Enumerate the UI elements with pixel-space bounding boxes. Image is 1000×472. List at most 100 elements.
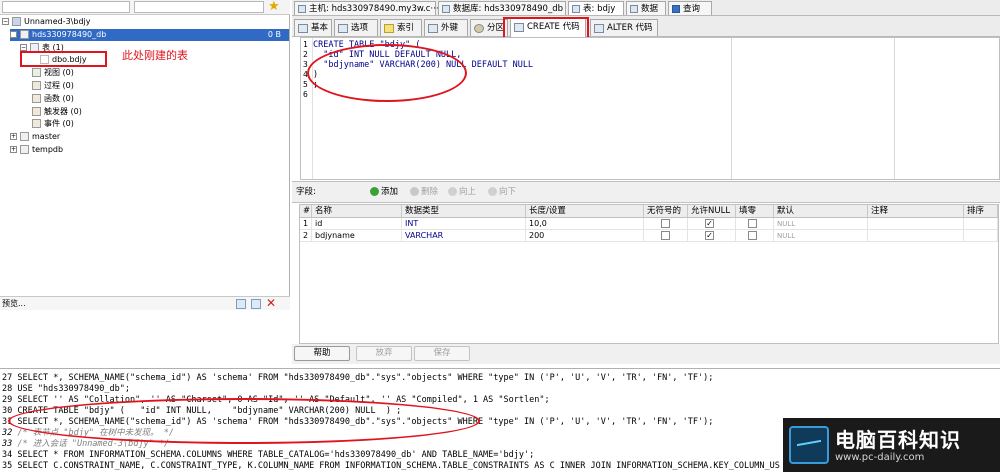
tree-node-events[interactable]: 事件 (0): [32, 118, 74, 130]
column-header[interactable]: 允许NULL: [688, 205, 736, 218]
tree-filter-input[interactable]: [2, 1, 130, 13]
field-type-cell[interactable]: INT: [402, 218, 526, 230]
unsigned-checkbox[interactable]: [661, 231, 670, 240]
column-header[interactable]: 填零: [736, 205, 774, 218]
unsigned-cell[interactable]: [644, 230, 688, 242]
collapse-icon[interactable]: −: [10, 31, 17, 38]
field-type-cell[interactable]: VARCHAR: [402, 230, 526, 242]
tab-foreign-keys[interactable]: 外键: [424, 19, 468, 36]
expand-icon[interactable]: +: [10, 146, 17, 153]
tab-data[interactable]: 数据: [626, 1, 666, 15]
database-size: 0 B: [267, 30, 281, 39]
field-length-cell[interactable]: 10,0: [526, 218, 644, 230]
zerofill-cell[interactable]: [736, 230, 774, 242]
tab-query[interactable]: 查询: [668, 1, 712, 15]
allow-null-checkbox[interactable]: ✓: [705, 231, 714, 240]
annotation-ellipse-code: [307, 44, 467, 102]
collation-cell[interactable]: [964, 230, 998, 242]
column-header[interactable]: 无符号的: [644, 205, 688, 218]
zerofill-cell[interactable]: [736, 218, 774, 230]
column-header[interactable]: 排序: [964, 205, 998, 218]
tree-node-database[interactable]: − hds330978490_db 0 B: [10, 29, 289, 41]
line-number: 6: [303, 90, 308, 99]
tab-alter-code[interactable]: ALTER 代码: [590, 19, 658, 36]
tab-host[interactable]: 主机: hds330978490.my3w.c···: [294, 1, 439, 15]
collapse-icon[interactable]: −: [20, 44, 27, 51]
foreign-key-icon: [428, 24, 438, 33]
save-icon[interactable]: [251, 299, 261, 309]
delete-icon: [410, 187, 419, 196]
log-line: 34 SELECT * FROM INFORMATION_SCHEMA.COLU…: [2, 450, 535, 460]
fields-toolbar: 字段: 添加 删除 向上 向下: [292, 181, 1000, 203]
line-number: 2: [303, 50, 308, 59]
delete-field-button[interactable]: 删除: [410, 185, 438, 200]
tab-options[interactable]: 选项: [334, 19, 378, 36]
fields-grid[interactable]: # 名称 数据类型 长度/设置 无符号的 允许NULL 填零 默认 注释 排序 …: [299, 204, 999, 344]
line-number: 1: [303, 40, 308, 49]
favorite-star-icon[interactable]: ★: [268, 0, 280, 14]
tree-node-connection[interactable]: − Unnamed-3\bdjy: [2, 16, 90, 28]
add-field-button[interactable]: 添加: [370, 185, 398, 200]
move-up-button[interactable]: 向上: [448, 185, 476, 200]
column-header[interactable]: 名称: [312, 205, 402, 218]
tree-node-tempdb[interactable]: + tempdb: [10, 144, 63, 156]
main-tab-bar: 主机: hds330978490.my3w.c··· 数据库: hds33097…: [292, 0, 1000, 16]
field-length-cell[interactable]: 200: [526, 230, 644, 242]
server-icon: [12, 17, 21, 26]
allow-null-checkbox[interactable]: ✓: [705, 219, 714, 228]
collapse-icon[interactable]: −: [2, 18, 9, 25]
column-header[interactable]: #: [300, 205, 312, 218]
watermark-title: 电脑百科知识: [835, 428, 961, 452]
column-header[interactable]: 数据类型: [402, 205, 526, 218]
tab-indexes[interactable]: 索引: [380, 19, 422, 36]
host-icon: [298, 5, 306, 13]
tree-node-master[interactable]: + master: [10, 131, 60, 143]
column-header[interactable]: 长度/设置: [526, 205, 644, 218]
copy-icon[interactable]: [236, 299, 246, 309]
database-icon: [20, 30, 29, 39]
fields-label: 字段:: [296, 187, 316, 197]
tree-node-views[interactable]: 视图 (0): [32, 67, 74, 79]
column-header[interactable]: 注释: [868, 205, 964, 218]
help-button[interactable]: 帮助: [294, 346, 350, 361]
tab-basic[interactable]: 基本: [294, 19, 332, 36]
default-cell[interactable]: NULL: [774, 230, 868, 242]
arrow-down-icon: [488, 187, 497, 196]
lightning-icon: [384, 24, 394, 33]
expand-icon[interactable]: +: [10, 133, 17, 140]
comment-cell[interactable]: [868, 230, 964, 242]
tree-node-triggers[interactable]: 触发器 (0): [32, 106, 82, 118]
zerofill-checkbox[interactable]: [748, 219, 757, 228]
basic-icon: [298, 24, 308, 33]
annotation-box-table: [20, 51, 107, 67]
view-icon: [32, 68, 41, 77]
tree-node-procedures[interactable]: 过程 (0): [32, 80, 74, 92]
table-filter-input[interactable]: [134, 1, 264, 13]
tab-table[interactable]: 表: bdjy: [568, 1, 624, 15]
partition-icon: [474, 24, 484, 33]
column-header[interactable]: 默认: [774, 205, 868, 218]
default-cell[interactable]: NULL: [774, 218, 868, 230]
move-down-button[interactable]: 向下: [488, 185, 516, 200]
unsigned-cell[interactable]: [644, 218, 688, 230]
field-name-cell[interactable]: id: [312, 218, 402, 230]
zerofill-checkbox[interactable]: [748, 231, 757, 240]
field-name-cell[interactable]: bdjyname: [312, 230, 402, 242]
comment-cell[interactable]: [868, 218, 964, 230]
allow-null-cell[interactable]: ✓: [688, 218, 736, 230]
editor-button-bar: 帮助 放弃 保存: [292, 344, 1000, 364]
allow-null-cell[interactable]: ✓: [688, 230, 736, 242]
discard-button[interactable]: 放弃: [356, 346, 412, 361]
collation-cell[interactable]: [964, 218, 998, 230]
unsigned-checkbox[interactable]: [661, 219, 670, 228]
annotation-ellipse-log: [8, 398, 480, 444]
log-line: 35 SELECT C.CONSTRAINT_NAME, C.CONSTRAIN…: [2, 461, 780, 471]
database-icon: [20, 145, 29, 154]
add-icon: [370, 187, 379, 196]
close-icon[interactable]: ✕: [266, 297, 276, 309]
data-icon: [630, 5, 638, 13]
tab-database[interactable]: 数据库: hds330978490_db: [438, 1, 566, 15]
tree-node-functions[interactable]: 函数 (0): [32, 93, 74, 105]
save-button[interactable]: 保存: [414, 346, 470, 361]
play-icon: [672, 5, 680, 13]
